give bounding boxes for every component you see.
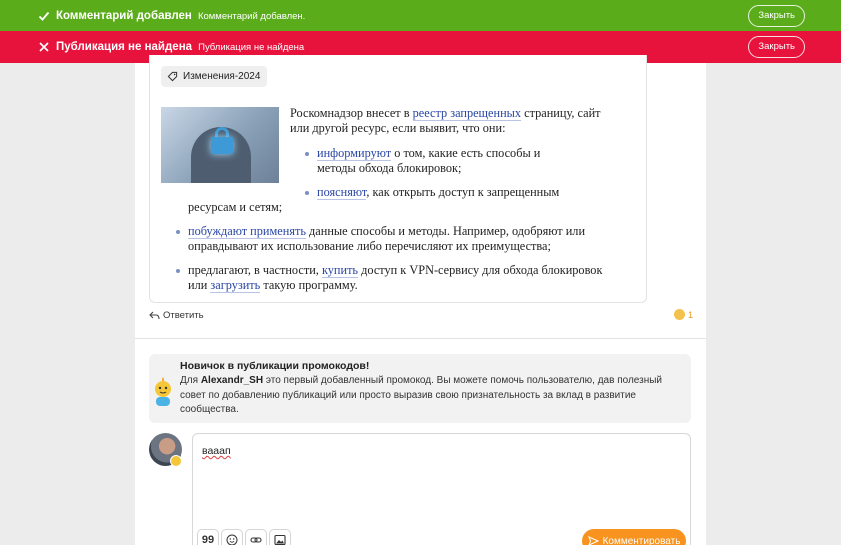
list-item: информируют о том, какие есть способы и … <box>317 146 541 175</box>
link-icon <box>250 537 262 543</box>
tag-icon <box>167 71 178 82</box>
bullet <box>305 152 309 156</box>
emoji-icon <box>226 534 238 545</box>
tag-label: Изменения-2024 <box>183 71 261 82</box>
inform-link[interactable]: информируют <box>317 146 392 161</box>
toast-title: Публикация не найдена <box>56 41 193 53</box>
success-toast: Комментарий добавлен Комментарий добавле… <box>0 0 841 31</box>
submit-comment-button[interactable]: Комментировать <box>582 529 686 545</box>
toast-title: Комментарий добавлен <box>56 9 192 22</box>
newbie-mascot-icon <box>155 377 171 406</box>
divider <box>135 338 706 339</box>
toast-close-button[interactable]: Закрыть <box>748 4 805 27</box>
toast-message: Комментарий добавлен. <box>197 10 306 22</box>
download-link[interactable]: загрузить <box>210 278 261 293</box>
image-icon <box>274 534 286 545</box>
notice-body: Для Alexandr_SH это первый добавленный п… <box>180 375 663 415</box>
reply-arrow-icon <box>149 311 160 320</box>
username[interactable]: Alexandr_SH <box>201 375 263 386</box>
submit-label: Комментировать <box>602 535 681 545</box>
bullet <box>176 269 180 273</box>
close-icon <box>39 42 49 52</box>
bullet <box>305 191 309 195</box>
quote-button[interactable]: 99 <box>197 529 219 545</box>
tag-chip[interactable]: Изменения-2024 <box>161 66 268 87</box>
toast-close-button[interactable]: Закрыть <box>748 36 805 58</box>
smile-emoji-icon <box>674 309 685 320</box>
reply-button[interactable]: Ответить <box>149 310 204 321</box>
list-item: предлагают, в частности, купить доступ к… <box>188 263 603 278</box>
check-icon <box>38 11 50 21</box>
list-item-continuation: ресурсам и сетям; <box>188 200 283 214</box>
reaction-button[interactable]: 1 <box>674 309 693 320</box>
article-intro: Роскомнадзор внесет в реестр запрещенных… <box>290 106 601 135</box>
send-icon <box>587 536 599 545</box>
reaction-count: 1 <box>688 309 694 320</box>
link-button[interactable] <box>245 529 267 545</box>
image-button[interactable] <box>269 529 291 545</box>
list-item-continuation: или загрузить такую программу. <box>188 278 358 293</box>
comment-text[interactable]: вааап <box>202 445 231 457</box>
reply-label: Ответить <box>163 310 204 321</box>
badge-icon <box>170 455 182 467</box>
buy-link[interactable]: купить <box>321 263 359 278</box>
list-item: поясняют, как открыть доступ к запрещенн… <box>317 185 560 200</box>
list-item: побуждают применять данные способы и мет… <box>188 224 586 239</box>
security-lock-image <box>161 107 279 183</box>
registry-link[interactable]: реестр запрещенных <box>412 106 522 121</box>
bullet <box>176 230 180 234</box>
list-item-continuation: оправдывают их использование либо перечи… <box>188 239 551 253</box>
notice-title: Новичок в публикации промокодов! <box>180 360 370 372</box>
quote-icon: 99 <box>201 534 215 545</box>
explain-link[interactable]: поясняют <box>317 185 367 200</box>
encourage-link[interactable]: побуждают применять <box>188 224 306 239</box>
toast-message: Публикация не найдена <box>198 42 305 53</box>
emoji-button[interactable] <box>221 529 243 545</box>
